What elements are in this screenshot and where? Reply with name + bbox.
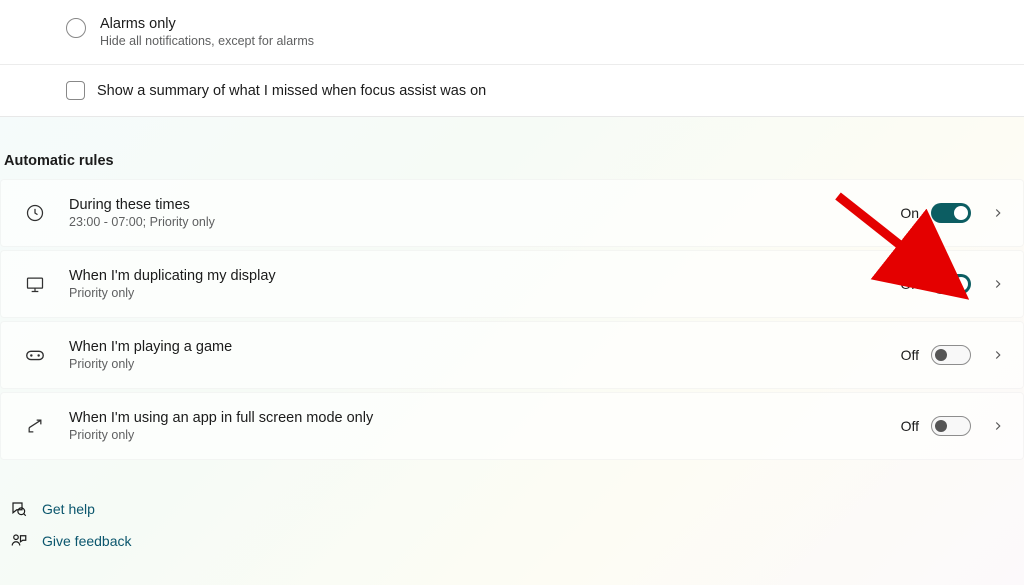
- radio-title: Alarms only: [100, 16, 314, 32]
- toggle-state-label: Off: [901, 418, 919, 434]
- get-help-link[interactable]: Get help: [10, 493, 1024, 525]
- toggle-playing-game[interactable]: [931, 345, 971, 365]
- rule-fullscreen-app[interactable]: When I'm using an app in full screen mod…: [0, 392, 1024, 460]
- chevron-right-icon: [991, 277, 1005, 291]
- get-help-label: Get help: [42, 501, 95, 517]
- priority-section: Alarms only Hide all notifications, exce…: [0, 0, 1024, 117]
- monitor-icon: [23, 272, 47, 296]
- rule-title: When I'm duplicating my display: [69, 268, 900, 284]
- clock-icon: [23, 201, 47, 225]
- rules-list: During these times 23:00 - 07:00; Priori…: [0, 179, 1024, 460]
- automatic-rules-heading: Automatic rules: [0, 117, 1024, 179]
- radio-alarms-only[interactable]: Alarms only Hide all notifications, exce…: [0, 0, 1024, 65]
- radio-icon: [66, 18, 86, 38]
- rule-subtitle: Priority only: [69, 428, 901, 442]
- radio-text-group: Alarms only Hide all notifications, exce…: [100, 16, 314, 48]
- rule-text-group: During these times 23:00 - 07:00; Priori…: [69, 197, 900, 229]
- rule-controls: Off: [901, 416, 1005, 436]
- toggle-state-label: On: [900, 205, 919, 221]
- help-icon: [10, 500, 28, 518]
- rule-title: When I'm playing a game: [69, 339, 901, 355]
- chevron-right-icon: [991, 348, 1005, 362]
- rule-title: When I'm using an app in full screen mod…: [69, 410, 901, 426]
- checkbox-label: Show a summary of what I missed when foc…: [97, 83, 486, 99]
- toggle-fullscreen-app[interactable]: [931, 416, 971, 436]
- rule-controls: On: [900, 203, 1005, 223]
- gamepad-icon: [23, 343, 47, 367]
- fullscreen-icon: [23, 414, 47, 438]
- rule-duplicating-display[interactable]: When I'm duplicating my display Priority…: [0, 250, 1024, 318]
- checkbox-icon: [66, 81, 85, 100]
- rule-title: During these times: [69, 197, 900, 213]
- toggle-during-times[interactable]: [931, 203, 971, 223]
- rule-playing-game[interactable]: When I'm playing a game Priority only Of…: [0, 321, 1024, 389]
- checkbox-summary[interactable]: Show a summary of what I missed when foc…: [0, 65, 1024, 116]
- rule-subtitle: Priority only: [69, 286, 900, 300]
- rule-during-times[interactable]: During these times 23:00 - 07:00; Priori…: [0, 179, 1024, 247]
- give-feedback-label: Give feedback: [42, 533, 132, 549]
- rule-text-group: When I'm duplicating my display Priority…: [69, 268, 900, 300]
- toggle-state-label: On: [900, 276, 919, 292]
- rule-subtitle: Priority only: [69, 357, 901, 371]
- chevron-right-icon: [991, 419, 1005, 433]
- rule-controls: On: [900, 274, 1005, 294]
- rule-text-group: When I'm playing a game Priority only: [69, 339, 901, 371]
- footer-links: Get help Give feedback: [0, 463, 1024, 557]
- radio-subtitle: Hide all notifications, except for alarm…: [100, 34, 314, 48]
- give-feedback-link[interactable]: Give feedback: [10, 525, 1024, 557]
- chevron-right-icon: [991, 206, 1005, 220]
- toggle-state-label: Off: [901, 347, 919, 363]
- feedback-icon: [10, 532, 28, 550]
- rule-text-group: When I'm using an app in full screen mod…: [69, 410, 901, 442]
- rule-subtitle: 23:00 - 07:00; Priority only: [69, 215, 900, 229]
- rule-controls: Off: [901, 345, 1005, 365]
- toggle-duplicating-display[interactable]: [931, 274, 971, 294]
